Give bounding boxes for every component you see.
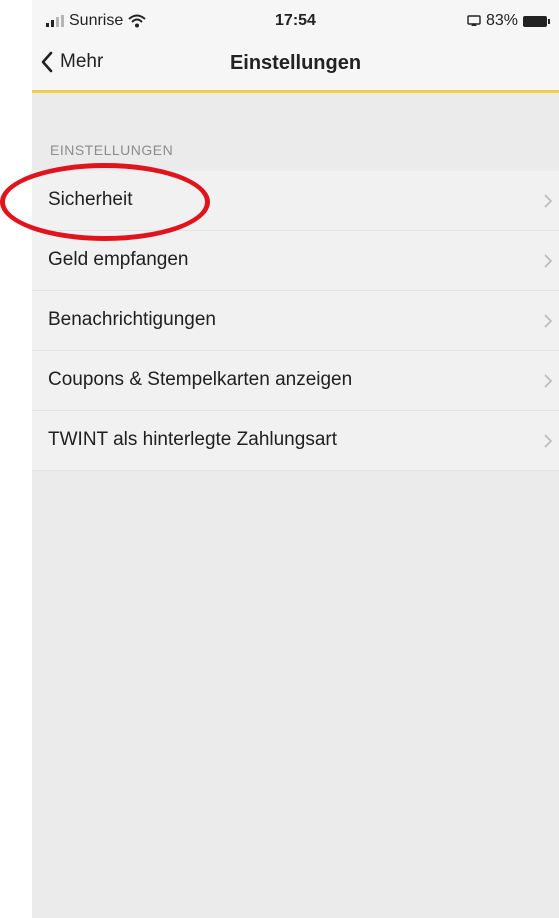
page-title: Einstellungen xyxy=(229,52,362,74)
navigation-bar: Mehr Einstellungen xyxy=(32,42,559,93)
settings-item-label: Benachrichtigungen xyxy=(48,309,216,330)
chevron-right-icon xyxy=(544,374,553,388)
settings-list: Sicherheit Geld empfangen Benachrichtigu… xyxy=(32,171,559,471)
section-header: EINSTELLUNGEN xyxy=(50,142,174,158)
settings-item-label: Sicherheit xyxy=(48,189,133,210)
settings-item-security[interactable]: Sicherheit xyxy=(32,171,559,231)
screen-mirroring-icon xyxy=(467,15,481,26)
settings-item-notifications[interactable]: Benachrichtigungen xyxy=(32,291,559,351)
settings-item-receive-money[interactable]: Geld empfangen xyxy=(32,231,559,291)
battery-icon xyxy=(523,15,550,27)
settings-item-payment-method[interactable]: TWINT als hinterlegte Zahlungsart xyxy=(32,411,559,471)
status-right: 83% xyxy=(467,12,550,30)
chevron-left-icon xyxy=(41,51,53,73)
chevron-right-icon xyxy=(544,254,553,268)
settings-item-label: TWINT als hinterlegte Zahlungsart xyxy=(48,429,337,450)
status-bar: Sunrise 17:54 83% xyxy=(32,0,559,42)
chevron-right-icon xyxy=(544,434,553,448)
chevron-right-icon xyxy=(544,194,553,208)
battery-percent: 83% xyxy=(485,12,518,29)
back-button[interactable]: Mehr xyxy=(40,50,103,74)
settings-item-coupons[interactable]: Coupons & Stempelkarten anzeigen xyxy=(32,351,559,411)
back-label: Mehr xyxy=(60,51,104,72)
settings-item-label: Coupons & Stempelkarten anzeigen xyxy=(48,369,353,390)
chevron-right-icon xyxy=(544,314,553,328)
phone-screen: Sunrise 17:54 83% Mehr Einstellungen EIN… xyxy=(32,0,559,918)
settings-item-label: Geld empfangen xyxy=(48,249,189,270)
